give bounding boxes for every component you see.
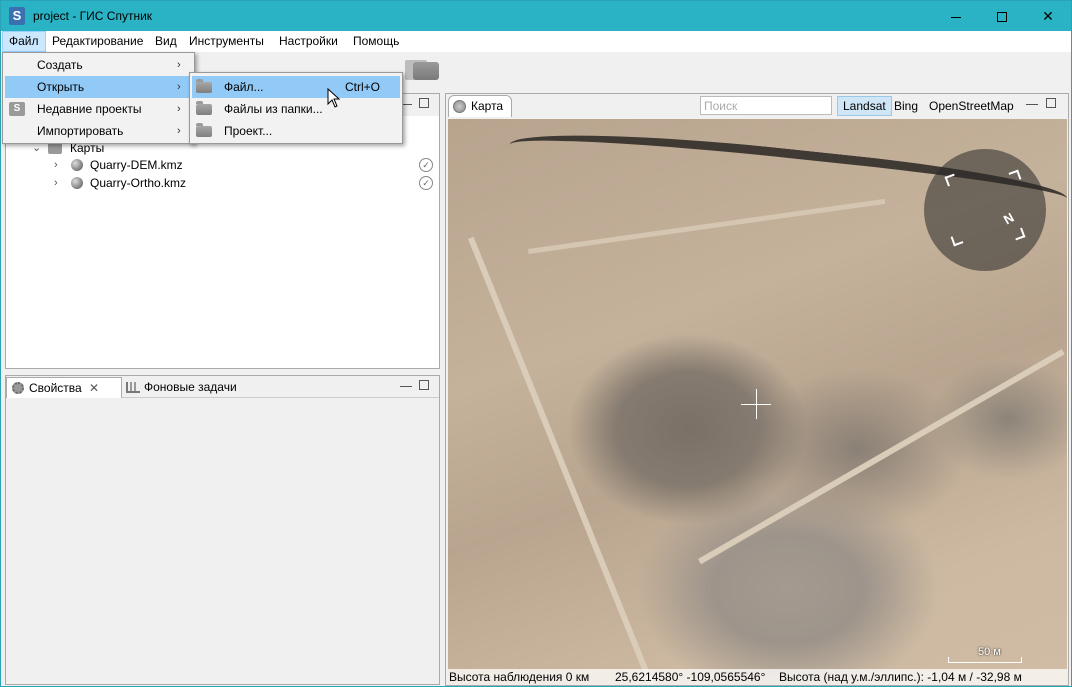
menu-item-label: Файлы из папки... xyxy=(224,102,323,116)
map-road xyxy=(698,349,1065,565)
chevron-right-icon: › xyxy=(177,81,181,93)
checkmark-circle-icon[interactable]: ✓ xyxy=(419,176,433,190)
menu-item-label: Проект... xyxy=(224,124,273,138)
menu-item-label: Файл... xyxy=(224,80,264,94)
checkmark-circle-icon[interactable]: ✓ xyxy=(419,158,433,172)
window-title: project - ГИС Спутник xyxy=(33,9,153,23)
menu-item-label: Открыть xyxy=(37,80,85,94)
menu-settings[interactable]: Настройки xyxy=(273,31,344,52)
compass-corner-icon xyxy=(950,233,964,247)
panel-minimize-icon[interactable] xyxy=(400,380,412,387)
menu-bar: Файл Редактирование Вид Инструменты Наст… xyxy=(1,31,1071,52)
minimize-button[interactable] xyxy=(933,1,979,31)
altitude-readout: Высота наблюдения 0 км xyxy=(449,670,590,684)
satellite-map-view[interactable]: N 50 м Высота наблюдения 0 км 25,6214580… xyxy=(448,119,1067,685)
menu-edit[interactable]: Редактирование xyxy=(46,31,149,52)
menu-item-open-project[interactable]: Проект... xyxy=(192,120,400,142)
menu-item-label: Создать xyxy=(37,58,83,72)
menu-item-open-file[interactable]: Файл... Ctrl+O xyxy=(192,76,400,98)
tab-map[interactable]: Карта xyxy=(448,95,512,117)
chevron-right-icon: › xyxy=(177,125,181,137)
chevron-right-icon: › xyxy=(177,103,181,115)
minimize-icon xyxy=(951,16,961,18)
gear-icon xyxy=(12,382,24,394)
menu-item-create[interactable]: Создать › xyxy=(5,54,192,76)
tab-map-label: Карта xyxy=(471,99,504,113)
menu-item-import[interactable]: Импортировать › xyxy=(5,120,192,142)
panel-maximize-icon[interactable] xyxy=(419,380,429,390)
compass-corner-icon xyxy=(944,173,958,187)
shortcut-label: Ctrl+O xyxy=(345,80,381,94)
menu-view[interactable]: Вид xyxy=(149,31,183,52)
bar-chart-icon xyxy=(126,382,140,393)
layer-osm-button[interactable]: OpenStreetMap xyxy=(924,96,1019,116)
folder-icon xyxy=(196,101,212,115)
file-menu-dropdown: Создать › Открыть › S Недавние проекты ›… xyxy=(2,52,195,144)
tree-item-label: Quarry-DEM.kmz xyxy=(90,158,183,172)
properties-tab-bar: Свойства ✕ Фоновые задачи xyxy=(6,376,439,398)
search-input[interactable] xyxy=(700,96,832,115)
project-s-icon: S xyxy=(9,102,25,116)
title-bar[interactable]: S project - ГИС Спутник ✕ xyxy=(1,1,1071,31)
layer-landsat-button[interactable]: Landsat xyxy=(837,96,892,116)
chevron-right-icon[interactable]: › xyxy=(54,174,64,192)
compass-corner-icon xyxy=(1008,169,1022,183)
tree-item-label: Quarry-Ortho.kmz xyxy=(90,176,187,190)
folder-open-icon xyxy=(196,79,212,93)
chevron-right-icon: › xyxy=(177,59,181,71)
tab-close-icon[interactable]: ✕ xyxy=(89,378,99,398)
tab-background-tasks[interactable]: Фоновые задачи xyxy=(122,377,240,398)
compass-corner-icon xyxy=(1012,227,1026,241)
open-submenu-dropdown: Файл... Ctrl+O Файлы из папки... Проект.… xyxy=(189,72,403,144)
project-folder-icon xyxy=(196,123,212,137)
maximize-icon xyxy=(997,12,1007,23)
coordinates-readout: 25,6214580° -109,0565546° xyxy=(615,670,766,684)
elevation-readout: Высота (над у.м./эллипс.): -1,04 м / -32… xyxy=(779,670,1022,684)
app-logo-icon: S xyxy=(9,7,25,25)
globe-icon xyxy=(453,100,466,113)
menu-item-label: Недавние проекты xyxy=(37,102,142,116)
application-window: S project - ГИС Спутник ✕ Файл Редактиро… xyxy=(0,0,1072,687)
map-header: Карта Landsat Bing OpenStreetMap xyxy=(446,94,1068,118)
crosshair-icon xyxy=(756,389,757,419)
panel-maximize-icon[interactable] xyxy=(419,98,429,108)
compass-north-label: N xyxy=(1000,209,1017,228)
compass-control[interactable]: N xyxy=(924,149,1046,271)
menu-item-recent-projects[interactable]: S Недавние проекты › xyxy=(5,98,192,120)
close-icon: ✕ xyxy=(1042,8,1054,24)
chevron-right-icon[interactable]: › xyxy=(54,156,64,174)
tab-background-tasks-label: Фоновые задачи xyxy=(144,380,237,394)
menu-file[interactable]: Файл xyxy=(2,31,46,52)
map-status-bar: Высота наблюдения 0 км 25,6214580° -109,… xyxy=(448,669,1067,685)
layer-bing-button[interactable]: Bing xyxy=(889,96,923,116)
tab-properties[interactable]: Свойства ✕ xyxy=(6,377,122,398)
tree-item-quarry-dem[interactable]: › Quarry-DEM.kmz ✓ xyxy=(54,156,434,174)
scale-bar xyxy=(948,657,1022,663)
mouse-cursor-icon xyxy=(327,88,341,108)
maximize-button[interactable] xyxy=(979,1,1025,31)
map-panel: Карта Landsat Bing OpenStreetMap N xyxy=(445,93,1069,686)
tab-properties-label: Свойства xyxy=(29,381,82,395)
properties-panel: Свойства ✕ Фоновые задачи xyxy=(5,375,440,685)
menu-help[interactable]: Помощь xyxy=(347,31,405,52)
camera-icon[interactable] xyxy=(413,62,439,80)
menu-item-label: Импортировать xyxy=(37,124,124,138)
globe-icon xyxy=(71,177,83,189)
menu-tools[interactable]: Инструменты xyxy=(183,31,270,52)
close-button[interactable]: ✕ xyxy=(1025,1,1071,31)
menu-item-open-folder[interactable]: Файлы из папки... xyxy=(192,98,400,120)
map-road xyxy=(468,236,661,685)
tree-item-quarry-ortho[interactable]: › Quarry-Ortho.kmz ✓ xyxy=(54,174,434,192)
map-road xyxy=(528,198,886,254)
globe-icon xyxy=(71,159,83,171)
menu-item-open[interactable]: Открыть › xyxy=(5,76,192,98)
panel-maximize-icon[interactable] xyxy=(1046,98,1056,108)
panel-minimize-icon[interactable] xyxy=(1026,98,1038,105)
